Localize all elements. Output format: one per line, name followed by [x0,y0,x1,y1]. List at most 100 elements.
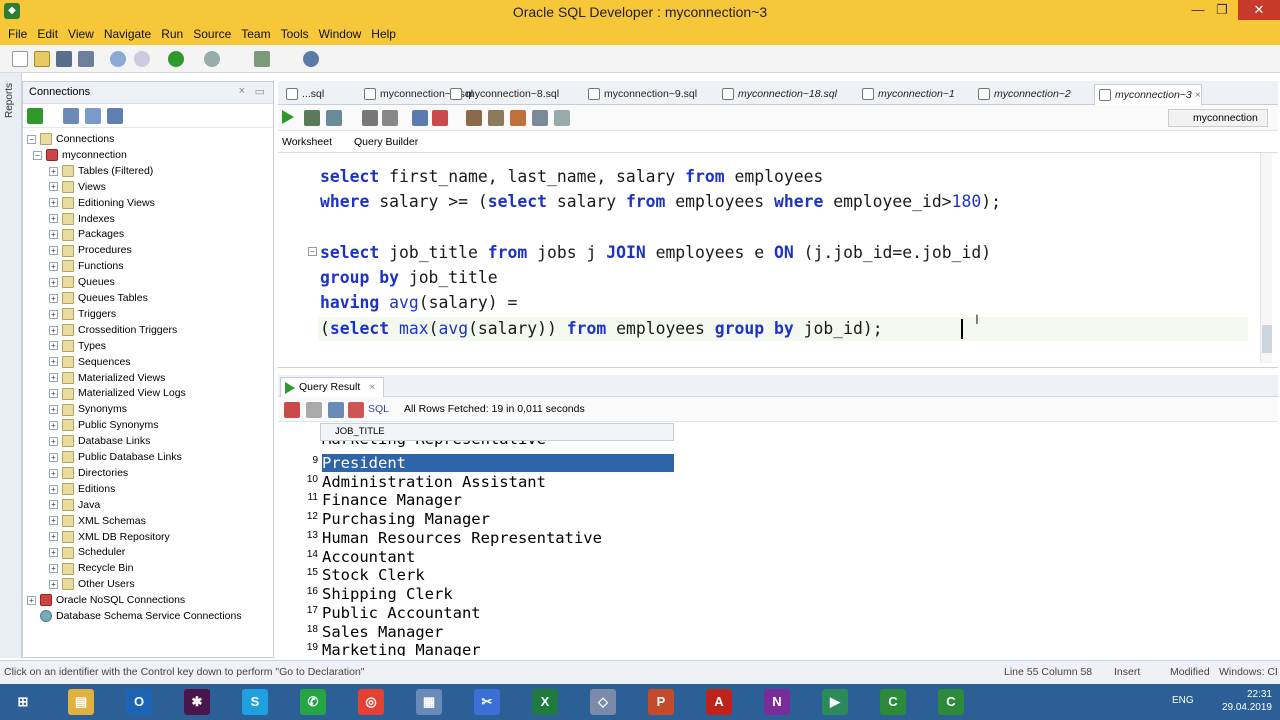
row-number[interactable]: 9 [278,455,318,466]
table-row[interactable]: 14 Accountant [278,548,674,567]
slack-icon[interactable]: ✱ [184,689,210,715]
sql-tuning-icon[interactable] [412,110,428,126]
whatsapp-icon[interactable]: ✆ [300,689,326,715]
excel-icon[interactable]: X [532,689,558,715]
expand-toggle-icon[interactable]: + [49,357,58,367]
editor-tab[interactable]: myconnection~8.sql [446,84,559,105]
scrollbar-thumb[interactable] [1262,325,1272,353]
tree-item[interactable]: − Connections [27,131,114,147]
screen-recorder-icon[interactable]: ▶ [822,689,848,715]
tree-item[interactable]: + Public Synonyms [49,417,159,433]
tree-item[interactable]: + Scheduler [49,544,125,560]
close-button[interactable]: ✕ [1238,0,1280,20]
expand-toggle-icon[interactable]: + [49,468,58,478]
reports-tab[interactable]: Reports [4,83,15,118]
expand-toggle-icon[interactable]: − [27,134,36,144]
column-header-job-title[interactable]: JOB_TITLE [320,423,674,441]
tab-worksheet[interactable]: Worksheet [282,136,332,148]
editor-tab[interactable]: myconnection~18.sql [718,84,837,105]
file-manager-icon[interactable]: ▦ [416,689,442,715]
cancel-fetch-icon[interactable] [348,402,364,418]
tree-item[interactable]: + Indexes [49,211,115,227]
row-number[interactable]: 18 [278,624,318,635]
cell-job-title[interactable]: Administration Assistant [322,473,546,491]
tree-item[interactable]: + XML DB Repository [49,529,170,545]
editor-tab[interactable]: myconnection~3 × [1094,84,1202,105]
sql-link[interactable]: SQL [368,403,389,415]
tab-query-result[interactable]: Query Result × [280,377,385,397]
tree-item[interactable]: + Queues [49,274,115,290]
expand-toggle-icon[interactable]: + [49,564,58,574]
eraser-icon[interactable] [510,110,526,126]
virtualbox-icon[interactable]: ◇ [590,689,616,715]
row-number[interactable]: 17 [278,605,318,616]
row-number[interactable]: 16 [278,586,318,597]
expand-toggle-icon[interactable]: + [49,261,58,271]
tree-item[interactable]: + Editions [49,481,115,497]
close-panel-icon[interactable]: × [239,85,245,97]
history-icon[interactable] [532,110,548,126]
tab-query-builder[interactable]: Query Builder [354,136,418,148]
connection-selector[interactable]: myconnection [1168,109,1268,127]
expand-toggle-icon[interactable]: − [33,150,42,160]
sql-editor[interactable]: − select first_name, last_name, salary f… [278,153,1278,368]
tree-item[interactable]: + Queues Tables [49,290,148,306]
expand-toggle-icon[interactable]: + [49,182,58,192]
powerpoint-icon[interactable]: P [648,689,674,715]
cell-job-title[interactable]: Accountant [322,548,415,566]
format-icon[interactable] [488,110,504,126]
result-grid[interactable]: 8Marketing Representative9President10Adm… [278,422,1278,656]
expand-toggle-icon[interactable]: + [49,198,58,208]
tree-item[interactable]: + Public Database Links [49,449,182,465]
code-line[interactable]: (select max(avg(salary)) from employees … [320,319,883,338]
tree-item[interactable]: + Functions [49,258,124,274]
forward-icon[interactable] [204,51,220,67]
editor-tab[interactable]: myconnection~1 [858,84,955,105]
expand-toggle-icon[interactable]: + [49,325,58,335]
tree-item[interactable]: + XML Schemas [49,513,146,529]
expand-toggle-icon[interactable]: + [49,293,58,303]
app-blue-icon[interactable]: ✂ [474,689,500,715]
menu-help[interactable]: Help [366,27,401,41]
chrome-icon[interactable]: ◎ [358,689,384,715]
tree-item[interactable]: + Sequences [49,354,131,370]
expand-toggle-icon[interactable]: + [49,436,58,446]
save-all-icon[interactable] [78,51,94,67]
schema-browser-icon[interactable] [107,108,123,124]
tree-item[interactable]: +Database Schema Service Connections [27,608,242,624]
tree-item[interactable]: + Editioning Views [49,195,155,211]
expand-toggle-icon[interactable]: + [49,452,58,462]
expand-toggle-icon[interactable]: + [49,579,58,589]
close-result-icon[interactable]: × [369,381,375,393]
cell-job-title[interactable]: Marketing Manager [322,641,481,656]
table-row[interactable]: 18 Sales Manager [278,623,674,642]
cell-job-title[interactable]: Shipping Clerk [322,585,453,603]
expand-toggle-icon[interactable]: + [49,341,58,351]
tree-item[interactable]: + Views [49,179,106,195]
clock[interactable]: 22:31 29.04.2019 [1222,688,1272,714]
skype-icon[interactable]: S [242,689,268,715]
expand-toggle-icon[interactable]: + [49,166,58,176]
autotrace-icon[interactable] [326,110,342,126]
expand-toggle-icon[interactable]: + [49,516,58,526]
refresh-result-icon[interactable] [328,402,344,418]
table-row[interactable]: 19 Marketing Manager [278,641,674,656]
menu-window[interactable]: Window [314,27,367,41]
table-row[interactable]: 12 Purchasing Manager [278,510,674,529]
windows-start-icon[interactable]: ⊞ [10,689,36,715]
tree-item[interactable]: + Triggers [49,306,116,322]
expand-toggle-icon[interactable]: + [49,500,58,510]
expand-toggle-icon[interactable]: + [49,389,58,399]
cell-job-title[interactable]: President [322,453,674,472]
cell-job-title[interactable]: Finance Manager [322,491,462,509]
expand-toggle-icon[interactable]: + [49,309,58,319]
onenote-icon[interactable]: N [764,689,790,715]
print-icon[interactable] [306,402,322,418]
close-tab-icon[interactable]: × [1192,89,1201,101]
tree-item[interactable]: + Java [49,497,100,513]
editor-scrollbar[interactable] [1260,153,1272,363]
clear-icon[interactable] [432,110,448,126]
tree-item[interactable]: − myconnection [33,147,127,163]
commit-icon[interactable] [362,110,378,126]
cell-job-title[interactable]: Public Accountant [322,604,481,622]
